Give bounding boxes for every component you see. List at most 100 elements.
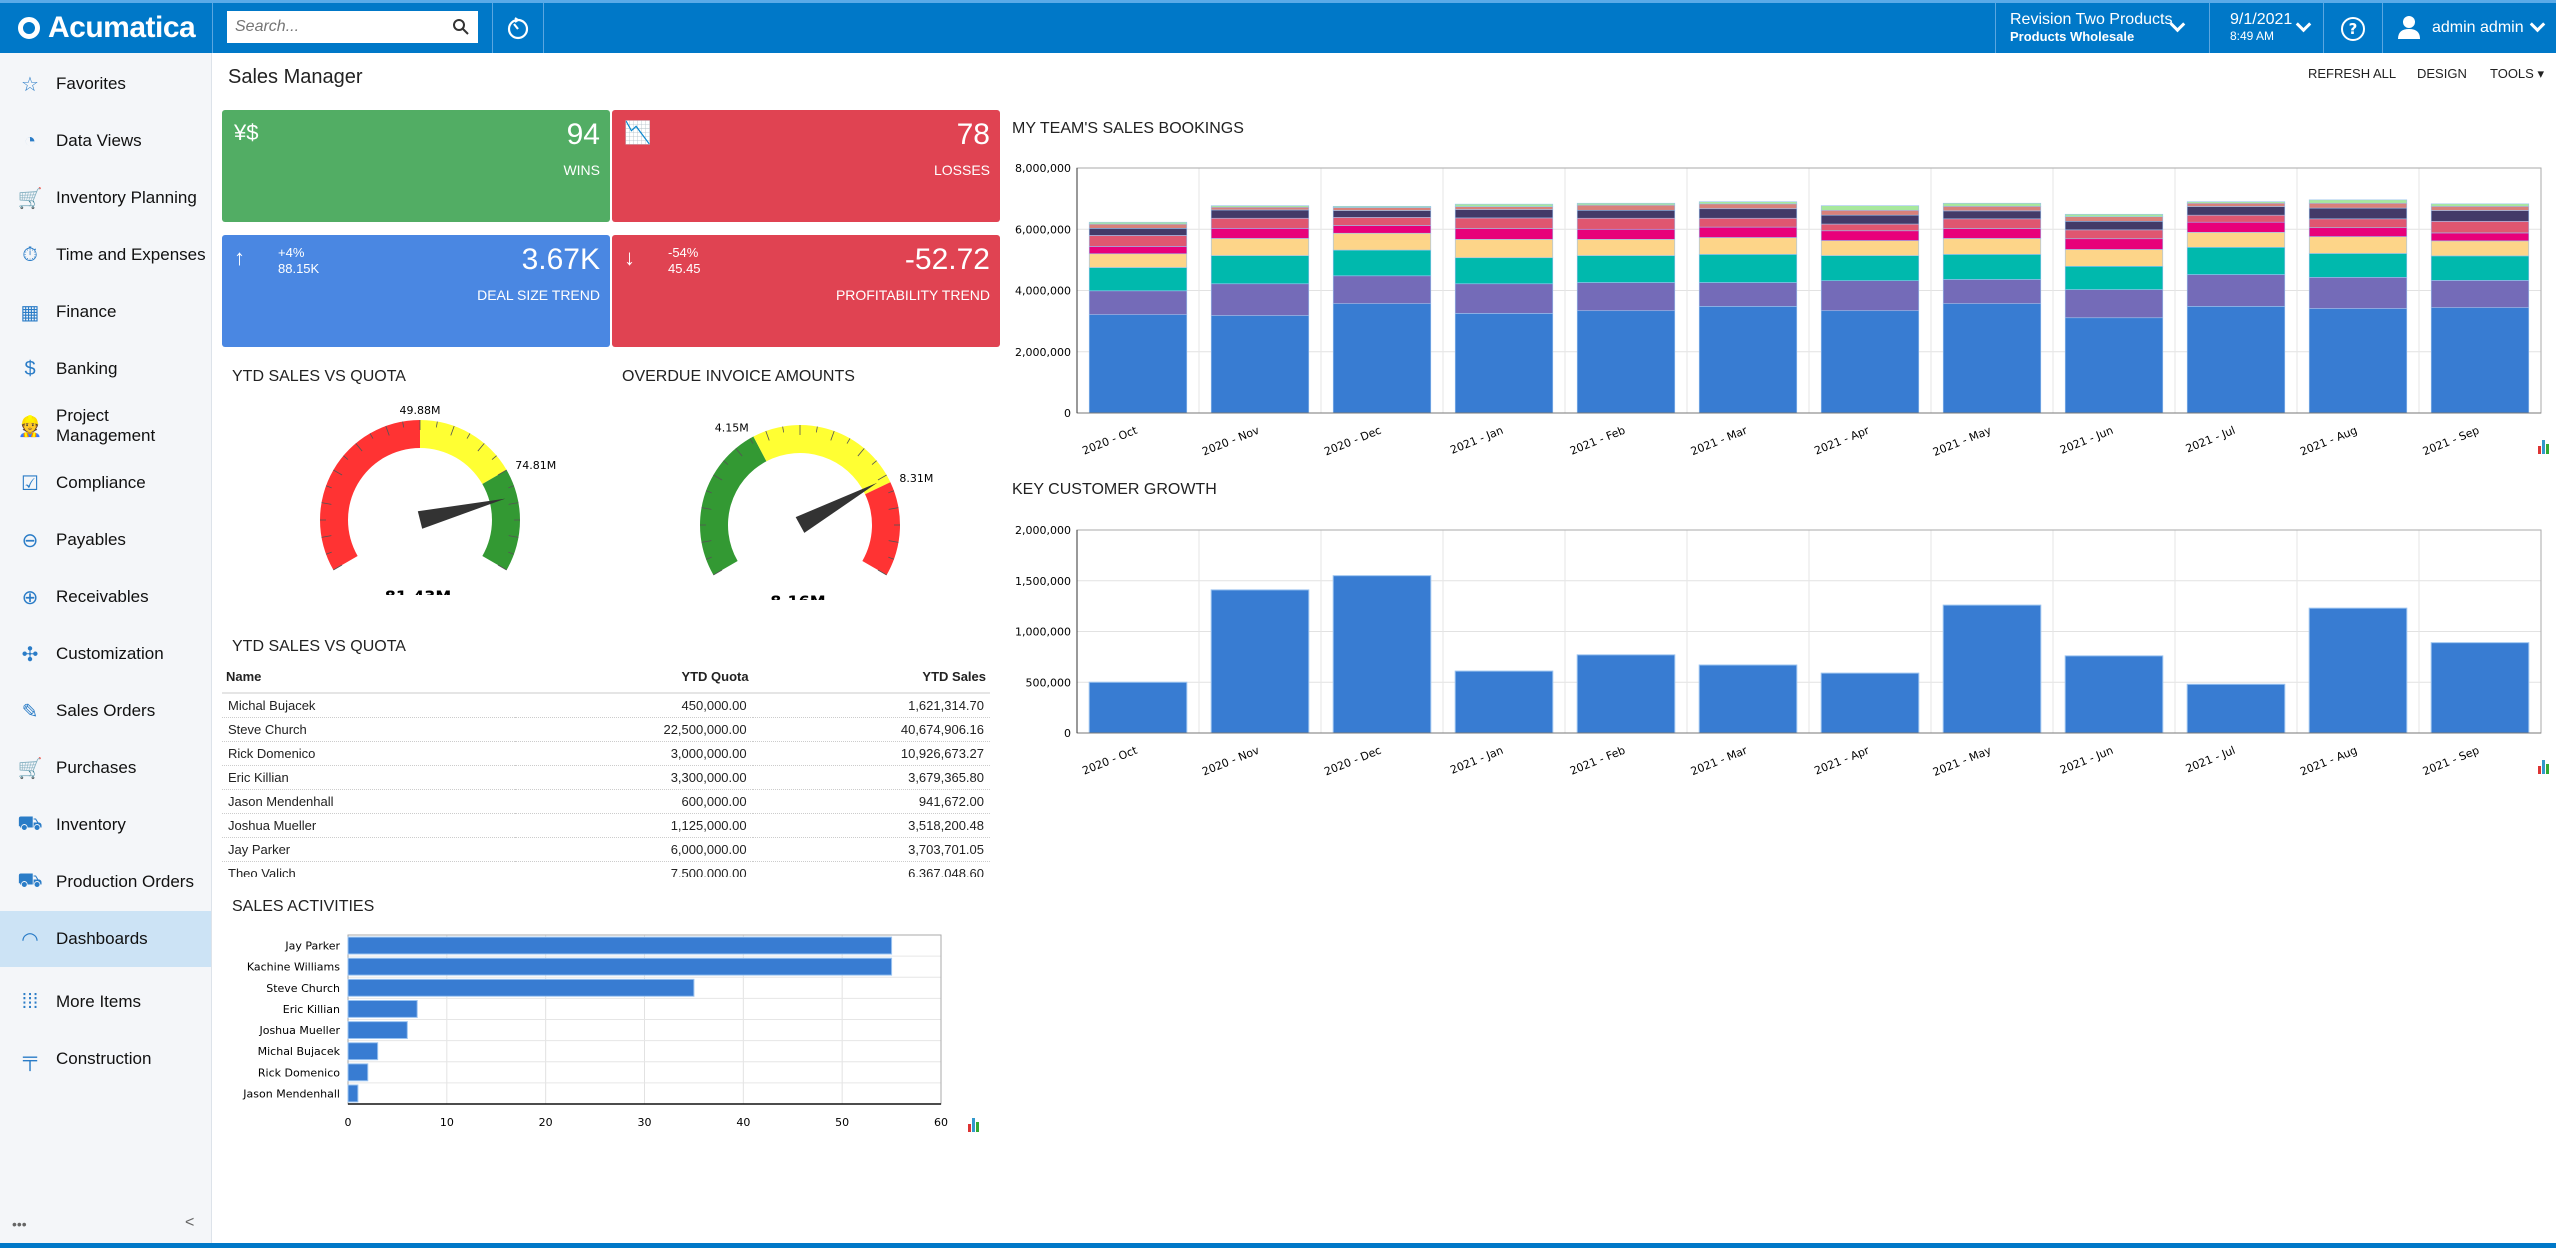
sidebar-item-payables[interactable]: ⊖ Payables bbox=[0, 512, 211, 568]
bar-segment[interactable] bbox=[1332, 205, 1432, 208]
bar-segment[interactable] bbox=[2186, 206, 2286, 216]
search-box[interactable] bbox=[227, 11, 478, 43]
tools-menu-button[interactable]: TOOLS ▾ bbox=[2490, 66, 2544, 82]
bar-segment[interactable] bbox=[2308, 199, 2408, 204]
bar-segment[interactable] bbox=[1820, 310, 1920, 414]
chart-options-icon[interactable] bbox=[2538, 760, 2549, 774]
bar[interactable] bbox=[2430, 642, 2530, 734]
bar-segment[interactable] bbox=[2186, 221, 2286, 233]
bar[interactable] bbox=[2064, 655, 2164, 734]
bar-segment[interactable] bbox=[1210, 206, 1310, 211]
bar-segment[interactable] bbox=[1576, 282, 1676, 312]
bar-segment[interactable] bbox=[1088, 221, 1188, 225]
bar-segment[interactable] bbox=[1698, 306, 1798, 414]
bar-segment[interactable] bbox=[1454, 283, 1554, 314]
bar-segment[interactable] bbox=[1332, 249, 1432, 277]
bar[interactable] bbox=[347, 999, 418, 1018]
bar-segment[interactable] bbox=[1942, 210, 2042, 220]
design-button[interactable]: DESIGN bbox=[2417, 66, 2467, 81]
bar-segment[interactable] bbox=[1210, 283, 1310, 316]
bar-segment[interactable] bbox=[1698, 254, 1798, 283]
bar-segment[interactable] bbox=[2186, 214, 2286, 223]
sidebar-item-inventory[interactable]: ⛟ Inventory bbox=[0, 797, 211, 853]
bar-segment[interactable] bbox=[1454, 203, 1554, 207]
column-header-quota[interactable]: YTD Quota bbox=[515, 665, 753, 694]
sidebar-item-dashboards[interactable]: ◠ Dashboards bbox=[0, 911, 211, 967]
sidebar-item-purchases[interactable]: 🛒 Purchases bbox=[0, 740, 211, 796]
bar-segment[interactable] bbox=[1088, 314, 1188, 414]
bar-segment[interactable] bbox=[2430, 210, 2530, 222]
bar-segment[interactable] bbox=[2430, 220, 2530, 234]
kpi-tile-losses[interactable]: 📉 78 LOSSES bbox=[612, 110, 1000, 222]
table-row[interactable]: Jay Parker 6,000,000.00 3,703,701.05 bbox=[222, 837, 990, 862]
column-header-name[interactable]: Name bbox=[222, 665, 516, 694]
bar-segment[interactable] bbox=[1210, 217, 1310, 229]
bar-segment[interactable] bbox=[1332, 217, 1432, 226]
bar-segment[interactable] bbox=[2186, 201, 2286, 204]
company-selector[interactable]: Revision Two Products Products Wholesale bbox=[2010, 11, 2172, 44]
bar-segment[interactable] bbox=[1820, 209, 1920, 216]
sidebar-item-compliance[interactable]: ☑ Compliance bbox=[0, 455, 211, 511]
bar-segment[interactable] bbox=[1210, 209, 1310, 219]
bar[interactable] bbox=[1088, 681, 1188, 734]
sidebar-item-data-views[interactable]: ◔ Data Views bbox=[0, 113, 211, 169]
bar-segment[interactable] bbox=[2064, 229, 2164, 240]
bar-segment[interactable] bbox=[1698, 237, 1798, 255]
help-icon[interactable]: ? bbox=[2339, 15, 2367, 43]
bar-segment[interactable] bbox=[1698, 282, 1798, 307]
bar-segment[interactable] bbox=[1332, 303, 1432, 414]
bar-segment[interactable] bbox=[1576, 228, 1676, 240]
kpi-tile-deal-size-trend[interactable]: ↑ 3.67K DEAL SIZE TREND +4% 88.15K bbox=[222, 235, 610, 347]
bar-segment[interactable] bbox=[1210, 255, 1310, 285]
sidebar-item-banking[interactable]: $ Banking bbox=[0, 341, 211, 397]
bar[interactable] bbox=[347, 1021, 408, 1040]
bar-segment[interactable] bbox=[1820, 255, 1920, 282]
bar-segment[interactable] bbox=[2186, 306, 2286, 414]
table-row[interactable]: Rick Domenico 3,000,000.00 10,926,673.27 bbox=[222, 741, 990, 766]
bar[interactable] bbox=[347, 936, 893, 955]
sidebar-item-sales-orders[interactable]: ✎ Sales Orders bbox=[0, 683, 211, 739]
bar-segment[interactable] bbox=[1454, 239, 1554, 259]
bar-segment[interactable] bbox=[2308, 218, 2408, 229]
bar-segment[interactable] bbox=[1576, 209, 1676, 219]
bar-segment[interactable] bbox=[1332, 232, 1432, 251]
bar[interactable] bbox=[1332, 575, 1432, 734]
search-input[interactable] bbox=[235, 18, 435, 36]
bar-segment[interactable] bbox=[2064, 238, 2164, 250]
table-row[interactable]: Eric Killian 3,300,000.00 3,679,365.80 bbox=[222, 765, 990, 790]
bar-segment[interactable] bbox=[1332, 275, 1432, 304]
kpi-tile-profitability-trend[interactable]: ↓ -52.72 PROFITABILITY TREND -54% 45.45 bbox=[612, 235, 1000, 347]
bar-segment[interactable] bbox=[2430, 307, 2530, 414]
bar-segment[interactable] bbox=[2308, 253, 2408, 278]
bar-segment[interactable] bbox=[1820, 240, 1920, 256]
bar-segment[interactable] bbox=[1698, 226, 1798, 238]
sidebar-item-more-items[interactable]: ⁞⁞⁞ More Items bbox=[0, 974, 211, 1030]
bar-segment[interactable] bbox=[2064, 317, 2164, 414]
bar-segment[interactable] bbox=[1088, 253, 1188, 268]
bar-segment[interactable] bbox=[2430, 232, 2530, 242]
bar-segment[interactable] bbox=[2064, 249, 2164, 267]
chevron-down-icon[interactable] bbox=[2295, 16, 2312, 33]
bar-segment[interactable] bbox=[2430, 255, 2530, 281]
user-menu[interactable]: admin admin bbox=[2432, 19, 2524, 37]
bar-segment[interactable] bbox=[1942, 303, 2042, 414]
history-icon[interactable] bbox=[505, 15, 531, 41]
table-row[interactable]: Jason Mendenhall 600,000.00 941,672.00 bbox=[222, 789, 990, 814]
bar-segment[interactable] bbox=[1942, 205, 2042, 212]
bar-segment[interactable] bbox=[1698, 201, 1798, 205]
bar[interactable] bbox=[347, 1084, 359, 1103]
bar-segment[interactable] bbox=[1088, 223, 1188, 229]
bar-segment[interactable] bbox=[1942, 218, 2042, 229]
bar-segment[interactable] bbox=[1088, 290, 1188, 315]
bar-segment[interactable] bbox=[2186, 274, 2286, 307]
bar-segment[interactable] bbox=[1454, 217, 1554, 229]
bar-segment[interactable] bbox=[1088, 246, 1188, 255]
bar-segment[interactable] bbox=[1820, 280, 1920, 312]
table-row[interactable]: Joshua Mueller 1,125,000.00 3,518,200.48 bbox=[222, 813, 990, 838]
sidebar-item-customization[interactable]: ✣ Customization bbox=[0, 626, 211, 682]
bar-segment[interactable] bbox=[1820, 230, 1920, 241]
date-selector[interactable]: 9/1/2021 8:49 AM bbox=[2230, 11, 2292, 43]
bar-segment[interactable] bbox=[2186, 202, 2286, 207]
bar-segment[interactable] bbox=[2186, 232, 2286, 248]
bar-segment[interactable] bbox=[2430, 240, 2530, 257]
